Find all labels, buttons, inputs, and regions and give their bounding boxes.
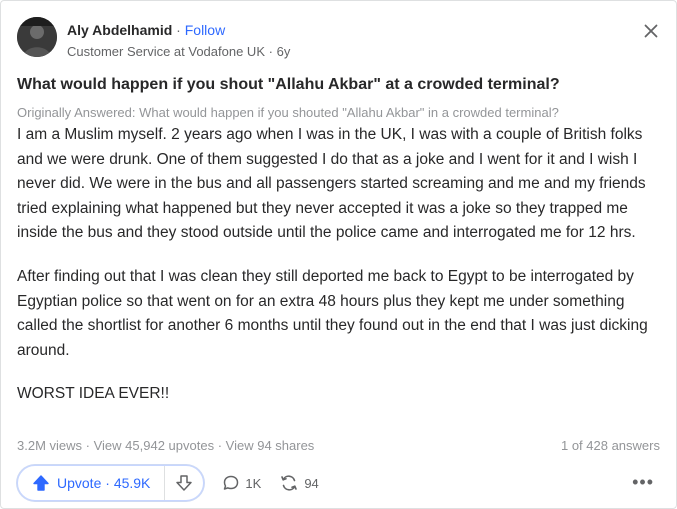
answer-card: Aly Abdelhamid · Follow Customer Service… [0,0,677,509]
answer-age[interactable]: 6y [277,44,291,59]
answer-paragraph: After finding out that I was clean they … [17,267,648,359]
separator-dot: · [176,22,181,38]
answer-position: 1 of 428 answers [560,438,660,453]
upvote-arrow-icon [33,475,49,491]
answer-paragraph: I am a Muslim myself. 2 years ago when I… [17,126,646,242]
upvote-label: Upvote [57,475,102,491]
share-button[interactable]: 94 [279,474,319,492]
comment-button[interactable]: 1K [222,474,261,492]
view-upvotes-link[interactable]: View 45,942 upvotes [94,438,214,453]
more-options-button[interactable]: ••• [632,472,654,492]
share-icon [281,475,298,491]
author-credential: Customer Service at Vodafone UK · 6y [67,44,290,59]
share-count: 94 [304,475,319,491]
answer-body: I am a Muslim myself. 2 years ago when I… [17,123,667,426]
comment-count: 1K [245,475,262,491]
follow-button[interactable]: Follow [185,22,225,38]
downvote-arrow-icon [176,475,193,491]
author-avatar[interactable] [17,17,57,57]
upvote-count: 45.9K [113,475,151,491]
author-name[interactable]: Aly Abdelhamid [67,22,172,38]
view-shares-link[interactable]: View 94 shares [226,438,315,453]
more-icon: ••• [632,472,654,492]
upvote-button[interactable]: Upvote · 45.9K [18,466,166,500]
close-button[interactable] [640,20,662,42]
comment-icon [224,475,239,490]
question-title[interactable]: What would happen if you shout "Allahu A… [17,76,667,94]
separator-dot: · [268,44,273,59]
author-line: Aly Abdelhamid · Follow [67,22,225,38]
vote-group: Upvote · 45.9K [17,465,205,501]
views-count: 3.2M views [17,438,83,453]
answer-paragraph: WORST IDEA EVER!! [17,385,170,403]
answer-stats: 3.2M views · View 45,942 upvotes · View … [17,438,315,453]
originally-answered[interactable]: Originally Answered: What would happen i… [17,105,667,120]
downvote-button[interactable] [165,466,203,500]
credential-text[interactable]: Customer Service at Vodafone UK [67,44,265,59]
action-bar: Upvote · 45.9K 1K 94 [17,465,319,501]
close-icon [644,24,658,38]
